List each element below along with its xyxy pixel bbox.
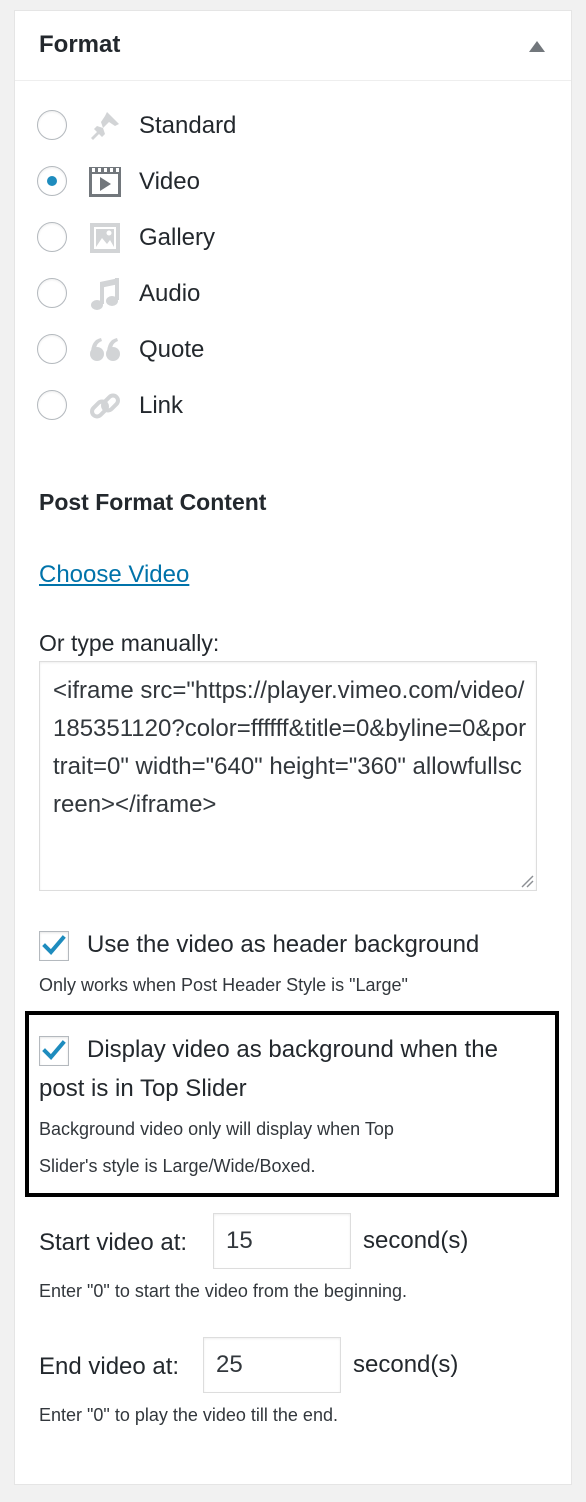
link-icon xyxy=(90,393,120,419)
format-option-link[interactable]: Link xyxy=(37,386,357,426)
triangle-up-icon[interactable] xyxy=(529,41,545,52)
format-label-audio: Audio xyxy=(139,280,201,307)
header-bg-checkbox[interactable] xyxy=(39,931,69,961)
radio-video[interactable] xyxy=(37,166,67,196)
start-video-unit: second(s) xyxy=(363,1227,469,1254)
format-option-video[interactable]: Video xyxy=(37,162,357,202)
radio-quote[interactable] xyxy=(37,334,67,364)
format-label-link: Link xyxy=(139,392,184,419)
format-label-gallery: Gallery xyxy=(139,224,216,251)
resize-grip-icon[interactable] xyxy=(520,874,534,888)
section-heading: Post Format Content xyxy=(39,489,267,515)
checkmark-icon xyxy=(42,1040,66,1060)
format-panel: Format Standard Video Gallery Audio Quot… xyxy=(14,10,572,1485)
end-video-help: Enter "0" to play the video till the end… xyxy=(39,1405,338,1425)
radio-audio[interactable] xyxy=(37,278,67,308)
format-label-quote: Quote xyxy=(139,336,205,363)
end-video-unit: second(s) xyxy=(353,1351,459,1378)
pin-icon xyxy=(91,112,119,140)
format-label-video: Video xyxy=(139,168,200,195)
format-label-standard: Standard xyxy=(139,112,237,139)
end-video-input[interactable] xyxy=(203,1337,341,1393)
checkmark-icon xyxy=(42,935,66,955)
slider-bg-help-line1: Background video only will display when … xyxy=(39,1119,394,1139)
header-bg-help: Only works when Post Header Style is "La… xyxy=(39,975,408,995)
panel-title: Format xyxy=(39,31,121,58)
choose-video-link[interactable]: Choose Video xyxy=(39,561,189,589)
format-option-standard[interactable]: Standard xyxy=(37,106,357,146)
end-video-label: End video at: xyxy=(39,1353,180,1380)
start-video-input[interactable] xyxy=(213,1213,351,1269)
radio-link[interactable] xyxy=(37,390,67,420)
quote-icon xyxy=(90,338,120,361)
slider-bg-help-line2: Slider's style is Large/Wide/Boxed. xyxy=(39,1156,316,1176)
slider-bg-label-line1: Display video as background when the xyxy=(87,1036,498,1063)
radio-gallery[interactable] xyxy=(37,222,67,252)
format-option-gallery[interactable]: Gallery xyxy=(37,218,357,258)
embed-code-textarea[interactable]: <iframe src="https://player.vimeo.com/vi… xyxy=(39,661,537,891)
header-bg-label: Use the video as header background xyxy=(87,931,480,958)
start-video-help: Enter "0" to start the video from the be… xyxy=(39,1281,407,1301)
slider-bg-label-line2: post is in Top Slider xyxy=(39,1075,247,1102)
video-icon xyxy=(89,167,121,197)
radio-standard[interactable] xyxy=(37,110,67,140)
start-video-label: Start video at: xyxy=(39,1229,188,1256)
music-note-icon xyxy=(91,278,119,310)
gallery-icon xyxy=(90,223,120,253)
panel-header[interactable]: Format xyxy=(15,11,571,81)
format-option-audio[interactable]: Audio xyxy=(37,274,357,314)
embed-code-text: <iframe src="https://player.vimeo.com/vi… xyxy=(53,677,527,818)
slider-bg-checkbox[interactable] xyxy=(39,1036,69,1066)
manual-label: Or type manually: xyxy=(39,630,220,656)
format-option-quote[interactable]: Quote xyxy=(37,330,357,370)
